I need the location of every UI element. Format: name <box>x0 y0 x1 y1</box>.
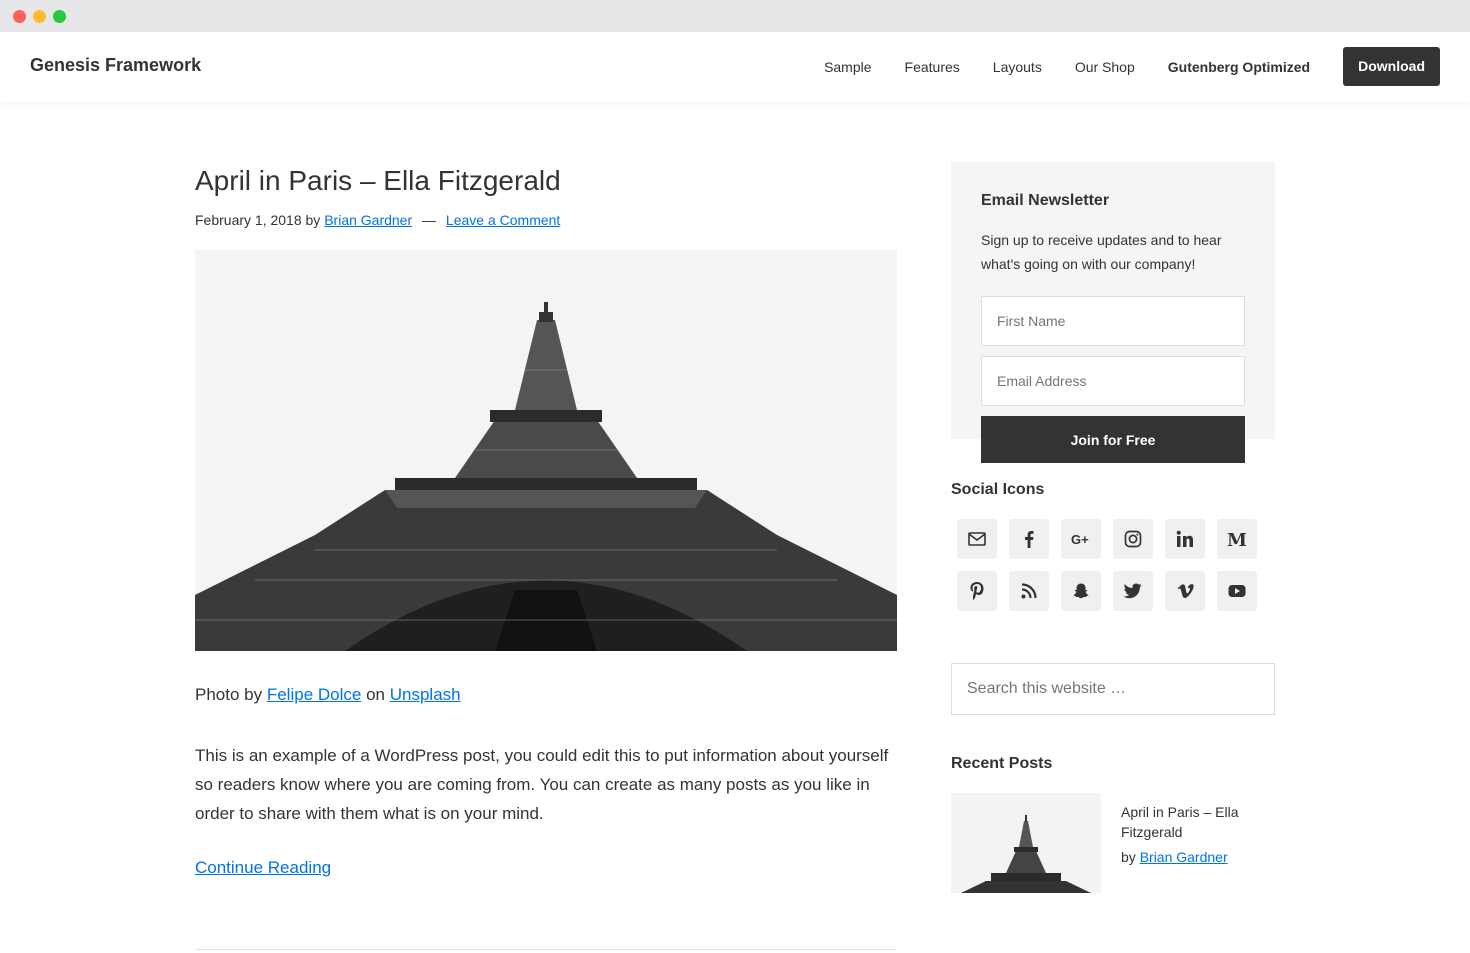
window-titlebar <box>0 0 1470 32</box>
recent-post-thumbnail[interactable] <box>951 793 1101 893</box>
youtube-icon[interactable] <box>1217 571 1257 611</box>
twitter-icon[interactable] <box>1113 571 1153 611</box>
pinterest-icon[interactable] <box>957 571 997 611</box>
nav-item-our-shop[interactable]: Our Shop <box>1075 59 1135 75</box>
post-author-link[interactable]: Brian Gardner <box>324 212 412 228</box>
newsletter-widget: Email Newsletter Sign up to receive upda… <box>951 162 1275 463</box>
medium-icon[interactable]: M <box>1217 519 1257 559</box>
email-field[interactable] <box>981 356 1245 406</box>
continue-reading: Continue Reading <box>195 858 897 878</box>
main-nav: Sample Features Layouts Our Shop Gutenbe… <box>791 47 1440 86</box>
site-header: Genesis Framework Sample Features Layout… <box>0 32 1470 102</box>
photo-credit: Photo by Felipe Dolce on Unsplash <box>195 685 897 705</box>
post-date: February 1, 2018 <box>195 212 302 228</box>
credit-prefix: Photo by <box>195 685 263 704</box>
recent-post-by: by <box>1121 849 1136 865</box>
featured-image[interactable] <box>195 250 897 651</box>
snapchat-icon[interactable] <box>1061 571 1101 611</box>
recent-post-title[interactable]: April in Paris – Ella Fitzgerald <box>1121 802 1271 842</box>
meta-separator: — <box>422 212 437 228</box>
maximize-window-button[interactable] <box>53 10 66 23</box>
nav-item-layouts[interactable]: Layouts <box>993 59 1042 75</box>
social-title: Social Icons <box>951 481 1045 498</box>
download-button[interactable]: Download <box>1343 47 1440 86</box>
post-meta: February 1, 2018 by Brian Gardner — Leav… <box>195 212 897 228</box>
email-icon[interactable] <box>957 519 997 559</box>
continue-reading-link[interactable]: Continue Reading <box>195 858 331 877</box>
post-excerpt: This is an example of a WordPress post, … <box>195 746 889 823</box>
sidebar: Email Newsletter Sign up to receive upda… <box>951 162 1275 913</box>
first-name-field[interactable] <box>981 296 1245 346</box>
recent-post-item: April in Paris – Ella Fitzgerald by Bria… <box>951 793 1275 913</box>
recent-post-byline: by Brian Gardner <box>1121 849 1228 865</box>
site-title[interactable]: Genesis Framework <box>30 55 201 76</box>
close-window-button[interactable] <box>13 10 26 23</box>
credit-on: on <box>366 685 385 704</box>
facebook-icon[interactable] <box>1009 519 1049 559</box>
leave-comment-link[interactable]: Leave a Comment <box>446 212 560 228</box>
social-widget: Social Icons G+ M <box>951 481 1275 611</box>
instagram-icon[interactable] <box>1113 519 1153 559</box>
vimeo-icon[interactable] <box>1165 571 1205 611</box>
unsplash-link[interactable]: Unsplash <box>390 685 461 704</box>
nav-item-features[interactable]: Features <box>905 59 960 75</box>
main-content: April in Paris – Ella Fitzgerald Februar… <box>195 162 897 878</box>
post-divider <box>195 949 897 950</box>
recent-post-author-link[interactable]: Brian Gardner <box>1140 849 1228 865</box>
newsletter-text: Sign up to receive updates and to hear w… <box>981 232 1222 272</box>
nav-item-sample[interactable]: Sample <box>824 59 871 75</box>
post-title[interactable]: April in Paris – Ella Fitzgerald <box>195 162 897 200</box>
svg-text:M: M <box>1227 531 1247 547</box>
search-input[interactable] <box>951 663 1275 715</box>
linkedin-icon[interactable] <box>1165 519 1205 559</box>
social-icons: G+ M <box>951 519 1275 611</box>
minimize-window-button[interactable] <box>33 10 46 23</box>
rss-icon[interactable] <box>1009 571 1049 611</box>
svg-text:G+: G+ <box>1071 532 1089 546</box>
photographer-link[interactable]: Felipe Dolce <box>267 685 362 704</box>
recent-posts-widget: Recent Posts April in Paris – Ella Fitzg… <box>951 755 1275 913</box>
recent-posts-title: Recent Posts <box>951 755 1053 772</box>
nav-item-gutenberg[interactable]: Gutenberg Optimized <box>1168 59 1310 75</box>
post-by: by <box>305 212 321 228</box>
join-button[interactable]: Join for Free <box>981 416 1245 463</box>
google-plus-icon[interactable]: G+ <box>1061 519 1101 559</box>
newsletter-title: Email Newsletter <box>981 192 1110 209</box>
